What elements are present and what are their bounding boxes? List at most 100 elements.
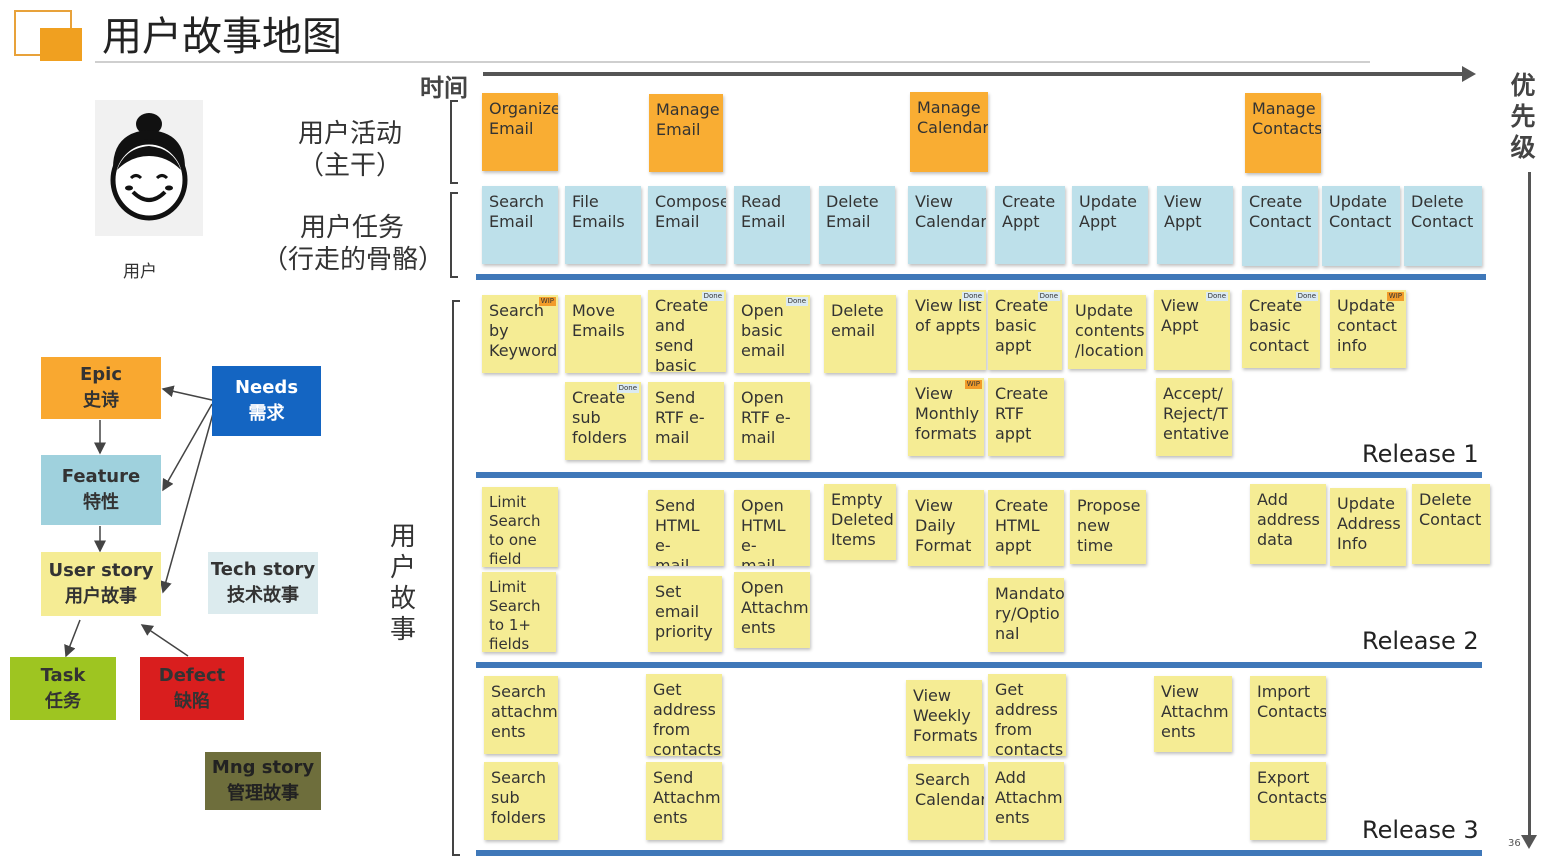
story-card[interactable]: Send Attachm ents — [646, 762, 722, 840]
backbone-separator — [476, 274, 1486, 280]
status-badge: Done — [1205, 292, 1228, 301]
legend-feature-en: Feature — [61, 466, 141, 487]
story-card[interactable]: Create basic appt Done — [988, 290, 1062, 370]
task-card[interactable]: Create Appt — [995, 186, 1065, 264]
story-card[interactable]: Create basic contact Done — [1242, 290, 1320, 368]
story-text: Accept/ Reject/T entative — [1163, 384, 1230, 443]
task-card[interactable]: Read Email — [734, 186, 810, 264]
task-card[interactable]: File Emails — [565, 186, 641, 264]
story-card[interactable]: View Attachm ents — [1154, 676, 1232, 752]
task-card[interactable]: Search Email — [482, 186, 558, 264]
story-card[interactable]: Create HTML appt — [988, 490, 1064, 566]
legend-tech-story-en: Tech story — [210, 559, 316, 580]
legend-epic: Epic 史诗 — [41, 357, 161, 419]
story-card[interactable]: Delete Contact — [1412, 484, 1490, 564]
task-card[interactable]: Delete Email — [819, 186, 895, 264]
story-card[interactable]: View Appt Done — [1154, 290, 1230, 370]
story-text: Create HTML appt — [995, 496, 1049, 555]
persona-label: 用户 — [123, 262, 157, 282]
task-card[interactable]: View Calendar — [908, 186, 986, 264]
status-badge: Done — [1037, 292, 1060, 301]
story-card[interactable]: Search attachm ents — [484, 676, 558, 754]
story-card[interactable]: Send HTML e- mail — [648, 490, 724, 566]
task-card[interactable]: Create Contact — [1242, 186, 1318, 266]
story-text: View Monthly formats — [915, 384, 980, 443]
activity-card[interactable]: Manage Calendar — [910, 92, 988, 172]
activity-card[interactable]: Manage Email — [649, 94, 723, 172]
task-card[interactable]: Update Contact — [1322, 186, 1400, 266]
story-card[interactable]: Open basic email Done — [734, 295, 810, 373]
story-card[interactable]: Set email priority — [648, 576, 722, 652]
story-card[interactable]: Empty Deleted Items — [824, 484, 896, 560]
legend-defect: Defect 缺陷 — [140, 657, 244, 720]
story-card[interactable]: View Monthly formats WIP — [908, 378, 984, 456]
activity-card[interactable]: Manage Contacts — [1245, 93, 1321, 173]
release-3-separator — [476, 850, 1482, 856]
story-text: Update contact info — [1337, 296, 1397, 355]
stories-row-label: 用户故事 — [389, 522, 416, 645]
story-text: View Weekly Formats — [913, 686, 978, 745]
activities-row-label-line1: 用户活动 — [297, 119, 402, 149]
story-card[interactable]: View Daily Format — [908, 490, 984, 566]
legend-tech-story-zh: 技术故事 — [227, 585, 299, 606]
legend-epic-en: Epic — [79, 364, 123, 385]
status-badge: WIP — [1386, 292, 1404, 301]
story-card[interactable]: Open RTF e- mail — [734, 382, 810, 460]
story-card[interactable]: Update Address Info — [1330, 488, 1406, 566]
story-card[interactable]: Open Attachm ents — [734, 572, 810, 648]
task-card[interactable]: Compose Email — [648, 186, 726, 264]
story-card[interactable]: Limit Search to 1+ fields — [482, 572, 556, 652]
story-card[interactable]: Search Calendar — [908, 764, 984, 840]
story-card[interactable]: Limit Search to one field — [482, 487, 558, 567]
release-2-separator — [476, 662, 1482, 668]
task-card[interactable]: Update Appt — [1072, 186, 1148, 264]
story-card[interactable]: Propose new time — [1070, 490, 1146, 564]
legend-mng-story: Mng story 管理故事 — [205, 752, 321, 810]
story-text: Create RTF appt — [995, 384, 1049, 443]
story-text: Search sub folders — [491, 768, 546, 827]
story-card[interactable]: View Weekly Formats — [906, 680, 982, 756]
legend-needs: Needs 需求 — [212, 366, 321, 436]
story-card[interactable]: Search by Keyword WIP — [482, 295, 558, 373]
story-card[interactable]: Update contents /location — [1068, 295, 1146, 369]
legend-mng-story-en: Mng story — [211, 757, 315, 778]
legend-needs-zh: 需求 — [248, 403, 285, 424]
story-card[interactable]: Create RTF appt — [988, 378, 1064, 456]
story-card[interactable]: Get address from contacts — [646, 674, 722, 756]
release-3-label: Release 3 — [1362, 816, 1479, 844]
story-card[interactable]: Accept/ Reject/T entative — [1156, 378, 1232, 456]
story-text: Open basic email — [741, 301, 786, 360]
story-text: Move Emails — [572, 301, 625, 340]
story-card[interactable]: Export Contacts — [1250, 762, 1326, 840]
story-text: View list of appts — [915, 296, 982, 335]
story-card[interactable]: Get address from contacts — [988, 674, 1066, 756]
tasks-row-label-line1: 用户任务 — [299, 213, 404, 243]
story-card[interactable]: Move Emails — [565, 295, 641, 373]
story-card[interactable]: Add Attachm ents — [988, 762, 1064, 840]
task-card[interactable]: Delete Contact — [1404, 186, 1482, 266]
story-text: Propose new time — [1077, 496, 1141, 555]
story-card[interactable]: Import Contacts — [1250, 676, 1326, 754]
story-card[interactable]: Add address data — [1250, 484, 1326, 564]
logo-filled-square — [40, 28, 82, 61]
story-card[interactable]: Update contact info WIP — [1330, 290, 1406, 368]
story-card[interactable]: Create and send basic emailDone — [648, 290, 726, 372]
story-card[interactable]: Delete email — [824, 295, 896, 373]
story-card[interactable]: View list of appts Done — [908, 290, 986, 370]
story-card[interactable]: Search sub folders — [484, 762, 558, 840]
tasks-row-label-line2: （行走的骨骼） — [262, 245, 445, 275]
task-card[interactable]: View Appt — [1157, 186, 1233, 264]
story-card[interactable]: Mandato ry/Optio nal — [988, 578, 1064, 652]
story-text: Open HTML e- mail — [741, 496, 786, 566]
story-card[interactable]: Send RTF e- mail — [648, 382, 724, 460]
story-text: View Appt — [1161, 296, 1199, 335]
story-card[interactable]: Open HTML e- mail — [734, 490, 810, 566]
story-card[interactable]: Create sub folders Done — [565, 382, 641, 460]
legend-task-en: Task — [40, 664, 86, 686]
story-text: Search by Keyword — [489, 301, 558, 360]
story-text: Search Calendar — [915, 770, 984, 809]
tasks-row-label: 用户任务 （行走的骨骼） — [262, 212, 445, 276]
stories-bracket — [452, 300, 460, 856]
activity-card[interactable]: Organize Email — [482, 93, 558, 171]
story-text: Create sub folders — [572, 388, 627, 447]
